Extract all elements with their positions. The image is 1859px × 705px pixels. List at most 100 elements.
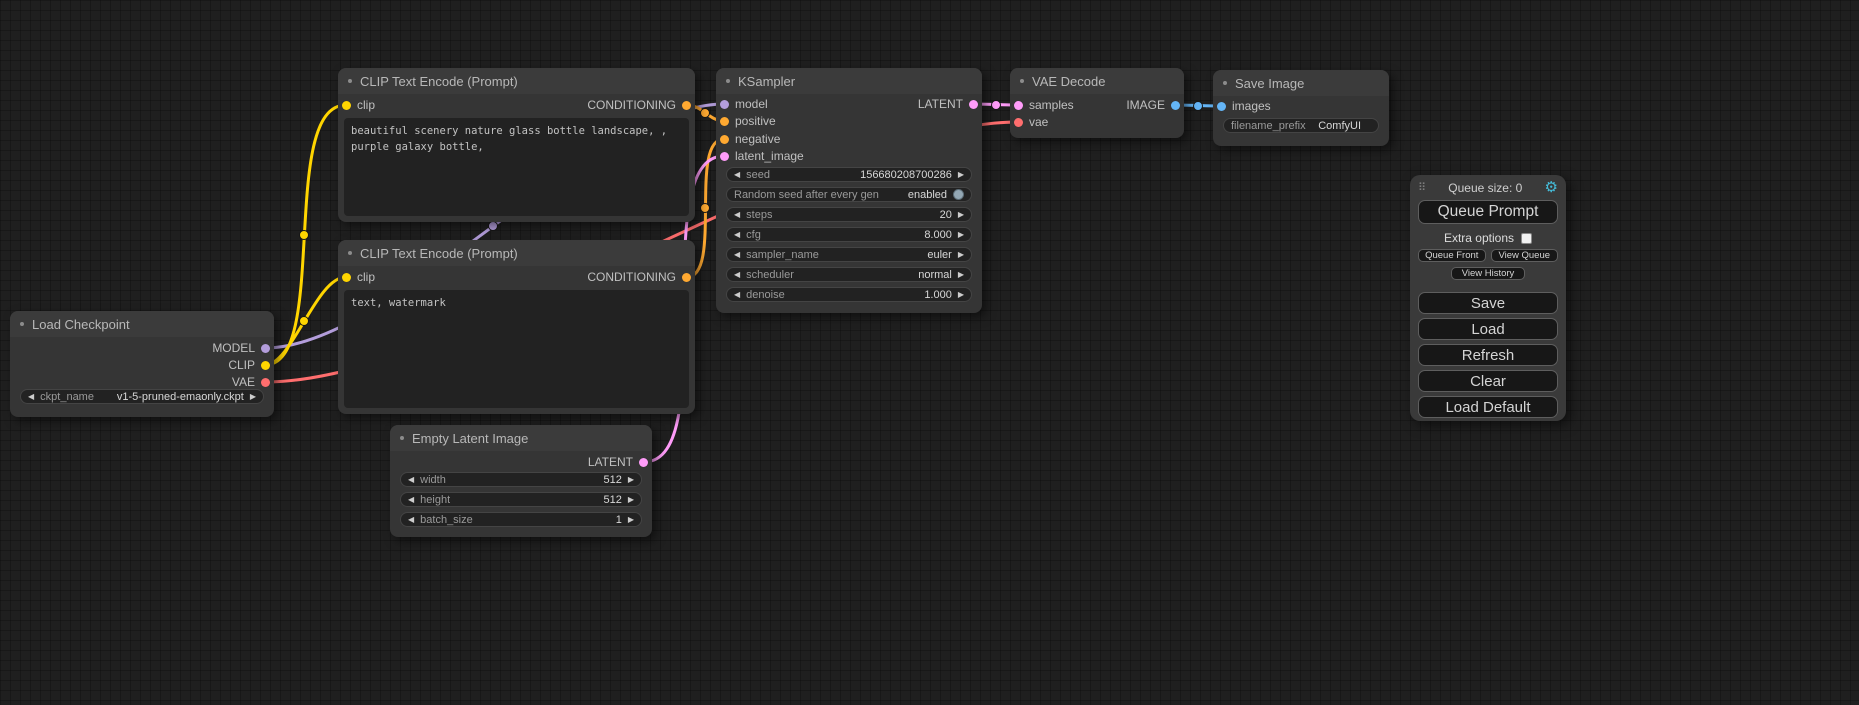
model-output-port[interactable] xyxy=(261,344,270,353)
node-title-bar[interactable]: KSampler xyxy=(716,68,982,94)
collapse-dot-icon[interactable] xyxy=(20,322,24,326)
widget-filename-prefix[interactable]: filename_prefix ComfyUI xyxy=(1223,118,1379,133)
decrement-arrow-icon[interactable]: ◀ xyxy=(28,393,34,401)
collapse-dot-icon[interactable] xyxy=(726,79,730,83)
decrement-arrow-icon[interactable]: ◀ xyxy=(734,291,740,299)
latent-output-port[interactable] xyxy=(969,100,978,109)
decrement-arrow-icon[interactable]: ◀ xyxy=(408,516,414,524)
decrement-arrow-icon[interactable]: ◀ xyxy=(734,271,740,279)
conditioning-output-port[interactable] xyxy=(682,273,691,282)
collapse-dot-icon[interactable] xyxy=(348,251,352,255)
collapse-dot-icon[interactable] xyxy=(1223,81,1227,85)
widget-sampler-name[interactable]: ◀ sampler_name euler ▶ xyxy=(726,247,972,262)
negative-input-port[interactable] xyxy=(720,135,729,144)
widget-label: cfg xyxy=(746,229,761,241)
widget-seed[interactable]: ◀ seed 156680208700286 ▶ xyxy=(726,167,972,182)
node-title-bar[interactable]: VAE Decode xyxy=(1010,68,1184,94)
model-input-port[interactable] xyxy=(720,100,729,109)
conditioning-output-port[interactable] xyxy=(682,101,691,110)
save-button[interactable]: Save xyxy=(1418,292,1558,314)
node-ksampler[interactable]: KSampler model positive negative latent_… xyxy=(716,68,982,313)
decrement-arrow-icon[interactable]: ◀ xyxy=(408,496,414,504)
widget-height[interactable]: ◀ height 512 ▶ xyxy=(400,492,642,507)
increment-arrow-icon[interactable]: ▶ xyxy=(958,211,964,219)
clear-button[interactable]: Clear xyxy=(1418,370,1558,392)
widget-steps[interactable]: ◀ steps 20 ▶ xyxy=(726,207,972,222)
increment-arrow-icon[interactable]: ▶ xyxy=(958,291,964,299)
widget-value: 8.000 xyxy=(924,229,952,241)
node-title-bar[interactable]: CLIP Text Encode (Prompt) xyxy=(338,240,695,266)
queue-controls-row: Queue Front View Queue xyxy=(1418,249,1558,262)
refresh-button[interactable]: Refresh xyxy=(1418,344,1558,366)
vae-input-port[interactable] xyxy=(1014,118,1023,127)
input-slot-vae: vae xyxy=(1014,114,1048,130)
queue-front-button[interactable]: Queue Front xyxy=(1418,249,1486,262)
widget-width[interactable]: ◀ width 512 ▶ xyxy=(400,472,642,487)
node-clip-text-encode-positive[interactable]: CLIP Text Encode (Prompt) clip CONDITION… xyxy=(338,68,695,222)
slot-label: clip xyxy=(357,270,375,284)
widget-value: enabled xyxy=(908,189,947,201)
decrement-arrow-icon[interactable]: ◀ xyxy=(734,251,740,259)
toggle-icon[interactable] xyxy=(953,189,964,200)
samples-input-port[interactable] xyxy=(1014,101,1023,110)
widget-random-seed[interactable]: Random seed after every gen enabled xyxy=(726,187,972,202)
load-button[interactable]: Load xyxy=(1418,318,1558,340)
increment-arrow-icon[interactable]: ▶ xyxy=(958,251,964,259)
node-title: VAE Decode xyxy=(1032,74,1105,89)
queue-prompt-button[interactable]: Queue Prompt xyxy=(1418,200,1558,224)
node-title-bar[interactable]: Load Checkpoint xyxy=(10,311,274,337)
latent-image-input-port[interactable] xyxy=(720,152,729,161)
drag-handle-icon[interactable]: ⠿ xyxy=(1418,181,1426,194)
increment-arrow-icon[interactable]: ▶ xyxy=(250,393,256,401)
node-vae-decode[interactable]: VAE Decode samples vae IMAGE xyxy=(1010,68,1184,138)
decrement-arrow-icon[interactable]: ◀ xyxy=(734,171,740,179)
image-output-port[interactable] xyxy=(1171,101,1180,110)
widget-scheduler[interactable]: ◀ scheduler normal ▶ xyxy=(726,267,972,282)
link-dot-model xyxy=(489,222,498,231)
images-input-port[interactable] xyxy=(1217,102,1226,111)
decrement-arrow-icon[interactable]: ◀ xyxy=(734,231,740,239)
negative-prompt-textarea[interactable]: text, watermark xyxy=(344,290,689,408)
increment-arrow-icon[interactable]: ▶ xyxy=(628,496,634,504)
increment-arrow-icon[interactable]: ▶ xyxy=(628,476,634,484)
positive-input-port[interactable] xyxy=(720,117,729,126)
clip-input-port[interactable] xyxy=(342,101,351,110)
node-title: KSampler xyxy=(738,74,795,89)
collapse-dot-icon[interactable] xyxy=(400,436,404,440)
decrement-arrow-icon[interactable]: ◀ xyxy=(734,211,740,219)
clip-input-port[interactable] xyxy=(342,273,351,282)
node-save-image[interactable]: Save Image images filename_prefix ComfyU… xyxy=(1213,70,1389,146)
vae-output-port[interactable] xyxy=(261,378,270,387)
decrement-arrow-icon[interactable]: ◀ xyxy=(408,476,414,484)
latent-output-port[interactable] xyxy=(639,458,648,467)
widget-denoise[interactable]: ◀ denoise 1.000 ▶ xyxy=(726,287,972,302)
collapse-dot-icon[interactable] xyxy=(348,79,352,83)
collapse-dot-icon[interactable] xyxy=(1020,79,1024,83)
node-title: Load Checkpoint xyxy=(32,317,130,332)
node-load-checkpoint[interactable]: Load Checkpoint MODEL CLIP VAE ◀ ckpt_na… xyxy=(10,311,274,417)
increment-arrow-icon[interactable]: ▶ xyxy=(958,271,964,279)
clip-output-port[interactable] xyxy=(261,361,270,370)
widget-ckpt-name[interactable]: ◀ ckpt_name v1-5-pruned-emaonly.ckpt ▶ xyxy=(20,389,264,404)
increment-arrow-icon[interactable]: ▶ xyxy=(958,171,964,179)
load-default-button[interactable]: Load Default xyxy=(1418,396,1558,418)
widget-batch-size[interactable]: ◀ batch_size 1 ▶ xyxy=(400,512,642,527)
node-clip-text-encode-negative[interactable]: CLIP Text Encode (Prompt) clip CONDITION… xyxy=(338,240,695,414)
slot-label: CLIP xyxy=(228,358,255,372)
widget-cfg[interactable]: ◀ cfg 8.000 ▶ xyxy=(726,227,972,242)
view-history-button[interactable]: View History xyxy=(1451,267,1526,280)
wire-clip-positive xyxy=(265,105,346,365)
input-slot-images: images xyxy=(1217,98,1271,114)
extra-options-checkbox[interactable] xyxy=(1521,233,1532,244)
node-title-bar[interactable]: Save Image xyxy=(1213,70,1389,96)
positive-prompt-textarea[interactable]: beautiful scenery nature glass bottle la… xyxy=(344,118,689,216)
node-empty-latent-image[interactable]: Empty Latent Image LATENT ◀ width 512 ▶ … xyxy=(390,425,652,537)
node-title-bar[interactable]: Empty Latent Image xyxy=(390,425,652,451)
view-queue-button[interactable]: View Queue xyxy=(1491,249,1559,262)
input-slot-negative: negative xyxy=(720,131,780,147)
increment-arrow-icon[interactable]: ▶ xyxy=(958,231,964,239)
widget-label: sampler_name xyxy=(746,249,819,261)
node-title-bar[interactable]: CLIP Text Encode (Prompt) xyxy=(338,68,695,94)
increment-arrow-icon[interactable]: ▶ xyxy=(628,516,634,524)
settings-gear-icon[interactable]: ⚙ xyxy=(1545,180,1558,195)
